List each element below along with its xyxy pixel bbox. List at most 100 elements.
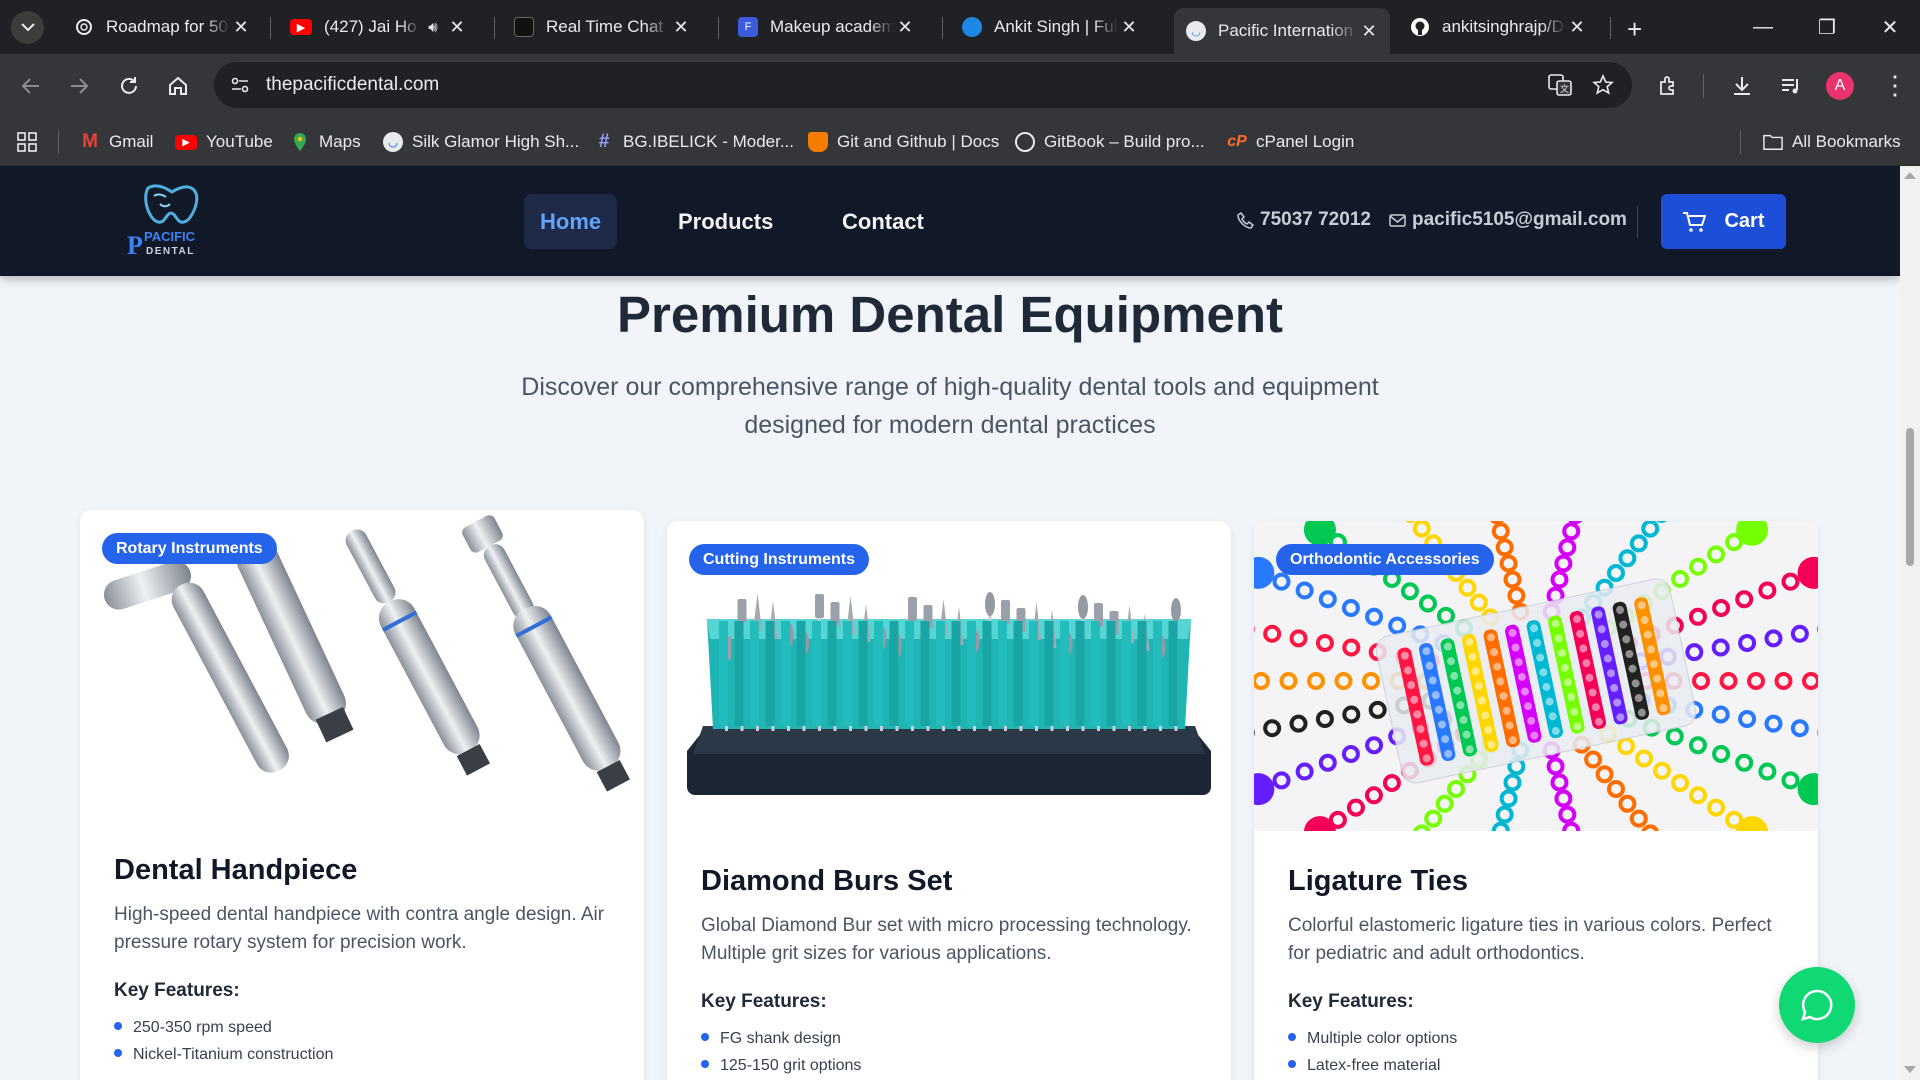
bookmark-gmail[interactable]: M Gmail (80, 128, 153, 156)
pacific-dental-logo[interactable]: P PACIFIC DENTAL (124, 182, 206, 260)
phone-icon (1237, 211, 1254, 229)
feature-item: 125-150 grit options (701, 1052, 861, 1079)
forward-button[interactable] (64, 71, 94, 101)
tab-title: Real Time Chat Pl (546, 17, 670, 36)
close-window-button[interactable]: ✕ (1872, 10, 1908, 44)
product-card-diamond-burs[interactable]: Cutting Instruments Diamond Burs Set Glo… (667, 521, 1231, 1080)
back-button[interactable] (16, 71, 46, 101)
bookmark-label: Maps (319, 132, 361, 151)
arrow-left-icon (21, 78, 39, 94)
gmail-icon: M (82, 131, 98, 152)
features-list: 250-350 rpm speed Nickel-Titanium constr… (114, 1014, 333, 1068)
download-icon[interactable] (1730, 74, 1754, 98)
tab-separator (942, 17, 943, 39)
cart-button[interactable]: Cart (1661, 194, 1786, 249)
browser-toolbar: thepacificdental.com 文 A ⋮ (0, 54, 1920, 118)
bookmark-gitbook[interactable]: GitBook – Build pro... (1015, 128, 1205, 156)
translate-icon[interactable]: 文 (1548, 74, 1572, 96)
chat-bubble-icon (1801, 989, 1833, 1021)
restore-button[interactable]: ❐ (1809, 10, 1845, 44)
speaker-icon[interactable]: 🔊︎ (420, 16, 446, 38)
phone-number: 75037 72012 (1260, 209, 1371, 230)
extensions-icon[interactable] (1657, 74, 1681, 98)
star-icon[interactable] (1592, 74, 1614, 96)
maps-icon (290, 132, 310, 152)
scroll-up-arrow-icon[interactable] (1904, 172, 1916, 179)
bookmark-maps[interactable]: Maps (290, 128, 361, 156)
tab-title: Ankit Singh | Full (994, 17, 1118, 36)
reload-button[interactable] (114, 71, 144, 101)
tab-title: Roadmap for 50 l (106, 17, 230, 36)
feature-item: Nickel-Titanium construction (114, 1041, 333, 1068)
close-tab-icon[interactable]: ✕ (230, 16, 252, 38)
description-line: High-speed dental handpiece with contra … (114, 904, 605, 925)
product-title: Dental Handpiece (114, 854, 358, 886)
email-link[interactable]: pacific5105@gmail.com (1389, 209, 1627, 231)
description-line: Colorful elastomeric ligature ties in va… (1288, 915, 1772, 936)
tab-roadmap[interactable]: Roadmap for 50 l ✕ (62, 8, 262, 46)
all-bookmarks-button[interactable]: All Bookmarks (1763, 128, 1901, 156)
minimize-button[interactable]: — (1745, 10, 1781, 44)
cart-icon (1683, 211, 1707, 232)
whatsapp-chat-button[interactable] (1779, 967, 1855, 1043)
close-tab-icon[interactable]: ✕ (894, 16, 916, 38)
close-tab-icon[interactable]: ✕ (1358, 20, 1380, 42)
portfolio-icon (962, 17, 982, 37)
nav-products[interactable]: Products (662, 194, 789, 249)
page-scrollbar[interactable] (1900, 166, 1920, 1080)
tab-realtime-chat[interactable]: Real Time Chat Pl ✕ (502, 8, 702, 46)
product-title: Diamond Burs Set (701, 865, 953, 897)
category-badge: Orthodontic Accessories (1276, 544, 1494, 575)
bookmark-cpanel[interactable]: cP cPanel Login (1227, 128, 1354, 156)
media-controls-icon[interactable] (1779, 74, 1803, 98)
close-tab-icon[interactable]: ✕ (670, 16, 692, 38)
feature-item: 250-350 rpm speed (114, 1014, 333, 1041)
tab-title: ankitsinghrajp/De (1442, 17, 1566, 36)
tab-github[interactable]: ankitsinghrajp/De ✕ (1398, 8, 1598, 46)
toolbar-divider (1703, 74, 1704, 98)
home-button[interactable] (163, 71, 193, 101)
page-subtitle: Discover our comprehensive range of high… (500, 368, 1400, 444)
description-line: Global Diamond Bur set with micro proces… (701, 915, 1192, 936)
new-tab-button[interactable]: + (1627, 14, 1642, 45)
bookmark-silk-glamor[interactable]: ◡ Silk Glamor High Sh... (383, 128, 579, 156)
logo-letter: P (127, 231, 143, 260)
product-card-ligature-ties[interactable]: Orthodontic Accessories Ligature Ties Co… (1254, 521, 1818, 1080)
tab-ankit-singh[interactable]: Ankit Singh | Full ✕ (950, 8, 1150, 46)
home-icon (169, 76, 187, 95)
tab-pacific-international[interactable]: ◡ Pacific Internation ✕ (1174, 8, 1390, 54)
nav-home[interactable]: Home (524, 194, 618, 249)
bookmark-label: GitBook – Build pro... (1044, 132, 1205, 151)
logo-text-dental: DENTAL (146, 246, 195, 257)
apps-grid-icon[interactable] (17, 132, 37, 152)
tab-youtube-video[interactable]: ▶ (427) Jai Ho S 🔊︎ ✕ (278, 8, 478, 46)
subtitle-line: Discover our comprehensive range of high… (521, 373, 1379, 401)
close-tab-icon[interactable]: ✕ (1566, 16, 1588, 38)
address-bar[interactable]: thepacificdental.com 文 (214, 62, 1632, 108)
browser-chrome: Roadmap for 50 l ✕ ▶ (427) Jai Ho S 🔊︎ ✕… (0, 0, 1920, 166)
tab-makeup-academy[interactable]: F Makeup academy ✕ (726, 8, 926, 46)
site-settings-icon[interactable] (230, 75, 250, 95)
bookmark-git-docs[interactable]: Git and Github | Docs (808, 128, 999, 156)
feature-item: Multiple color options (1288, 1025, 1457, 1052)
features-list: FG shank design 125-150 grit options (701, 1025, 861, 1079)
phone-link[interactable]: 75037 72012 (1237, 209, 1371, 231)
tab-title: (427) Jai Ho S (324, 17, 420, 36)
nav-contact[interactable]: Contact (826, 194, 940, 249)
bookmark-youtube[interactable]: ▶ YouTube (175, 128, 273, 156)
email-address: pacific5105@gmail.com (1412, 209, 1627, 230)
scrollbar-thumb[interactable] (1906, 428, 1914, 566)
chevron-down-icon (20, 23, 35, 32)
close-tab-icon[interactable]: ✕ (446, 16, 468, 38)
tab-search-button[interactable] (11, 11, 44, 44)
tab-separator (1610, 17, 1611, 39)
tab-separator (270, 17, 271, 39)
close-tab-icon[interactable]: ✕ (1118, 16, 1140, 38)
category-badge: Cutting Instruments (689, 544, 869, 575)
profile-avatar[interactable]: A (1826, 72, 1854, 100)
menu-kebab-icon[interactable]: ⋮ (1882, 68, 1908, 102)
youtube-icon: ▶ (175, 134, 197, 150)
scroll-down-arrow-icon[interactable] (1904, 1066, 1916, 1073)
bookmark-bg-ibelick[interactable]: # BG.IBELICK - Moder... (594, 128, 794, 156)
product-card-handpiece[interactable]: Rotary Instruments Dental Handpiece High… (80, 510, 644, 1080)
